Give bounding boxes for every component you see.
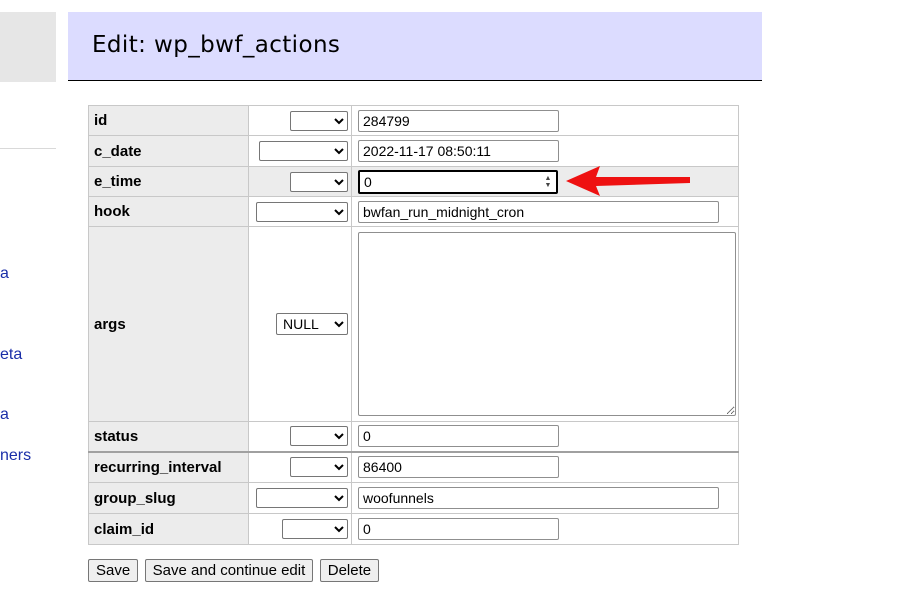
field-row-id: id xyxy=(88,105,739,136)
field-row-c-date: c_date xyxy=(88,135,739,167)
page-title: Edit: wp_bwf_actions xyxy=(92,32,341,58)
field-label: group_slug xyxy=(88,482,249,514)
function-select-e-time[interactable] xyxy=(290,171,348,192)
value-input-hook[interactable] xyxy=(358,200,719,223)
value-input-c-date[interactable] xyxy=(358,140,559,162)
function-select-id[interactable] xyxy=(290,110,348,131)
field-label: claim_id xyxy=(88,513,249,545)
value-input-status[interactable] xyxy=(358,425,559,448)
field-label: recurring_interval xyxy=(88,451,249,483)
sidebar-link-3[interactable]: a xyxy=(0,406,9,424)
sidebar-link-1[interactable]: a xyxy=(0,265,9,283)
page: a eta a ners Edit: wp_bwf_actions id c_d… xyxy=(0,0,913,613)
up-down-spinner-icon[interactable]: ▲ ▼ xyxy=(544,175,552,189)
value-input-recurring-interval[interactable] xyxy=(358,456,559,479)
function-select-claim-id[interactable] xyxy=(282,519,348,539)
field-row-claim-id: claim_id xyxy=(88,513,739,545)
field-row-hook: hook xyxy=(88,196,739,227)
field-label: c_date xyxy=(88,135,249,167)
number-field-e-time: ▲▼ xyxy=(358,169,558,194)
value-textarea-args[interactable] xyxy=(358,232,736,416)
sidebar-link-4[interactable]: ners xyxy=(0,447,31,465)
delete-button[interactable]: Delete xyxy=(319,559,380,582)
field-label: hook xyxy=(88,196,249,227)
function-select-args[interactable]: NULL xyxy=(276,313,348,335)
sidebar-panel xyxy=(0,12,56,82)
field-label: e_time xyxy=(88,166,249,197)
page-header: Edit: wp_bwf_actions xyxy=(68,12,762,81)
value-input-id[interactable] xyxy=(358,109,559,132)
function-select-status[interactable] xyxy=(290,426,348,447)
field-row-args: args NULL xyxy=(88,226,739,422)
function-select-recurring-interval[interactable] xyxy=(290,457,348,478)
field-label: id xyxy=(88,105,249,136)
field-label: status xyxy=(88,421,249,452)
function-select-c-date[interactable] xyxy=(259,141,348,161)
value-input-claim-id[interactable] xyxy=(358,518,559,540)
field-row-group-slug: group_slug xyxy=(88,482,739,514)
value-input-e-time[interactable] xyxy=(358,169,558,194)
sidebar-divider xyxy=(0,148,56,149)
red-pointer-arrow-icon xyxy=(566,166,690,196)
function-select-hook[interactable] xyxy=(256,201,348,222)
function-select-group-slug[interactable] xyxy=(256,488,348,508)
save-button[interactable]: Save xyxy=(88,559,139,582)
field-row-recurring-interval: recurring_interval xyxy=(88,451,739,483)
sidebar-link-2[interactable]: eta xyxy=(0,346,22,364)
field-label: args xyxy=(88,226,249,422)
save-and-continue-button[interactable]: Save and continue edit xyxy=(144,559,314,582)
form-actions: Save Save and continue edit Delete xyxy=(88,559,381,582)
field-row-status: status xyxy=(88,421,739,452)
value-input-group-slug[interactable] xyxy=(358,487,719,509)
